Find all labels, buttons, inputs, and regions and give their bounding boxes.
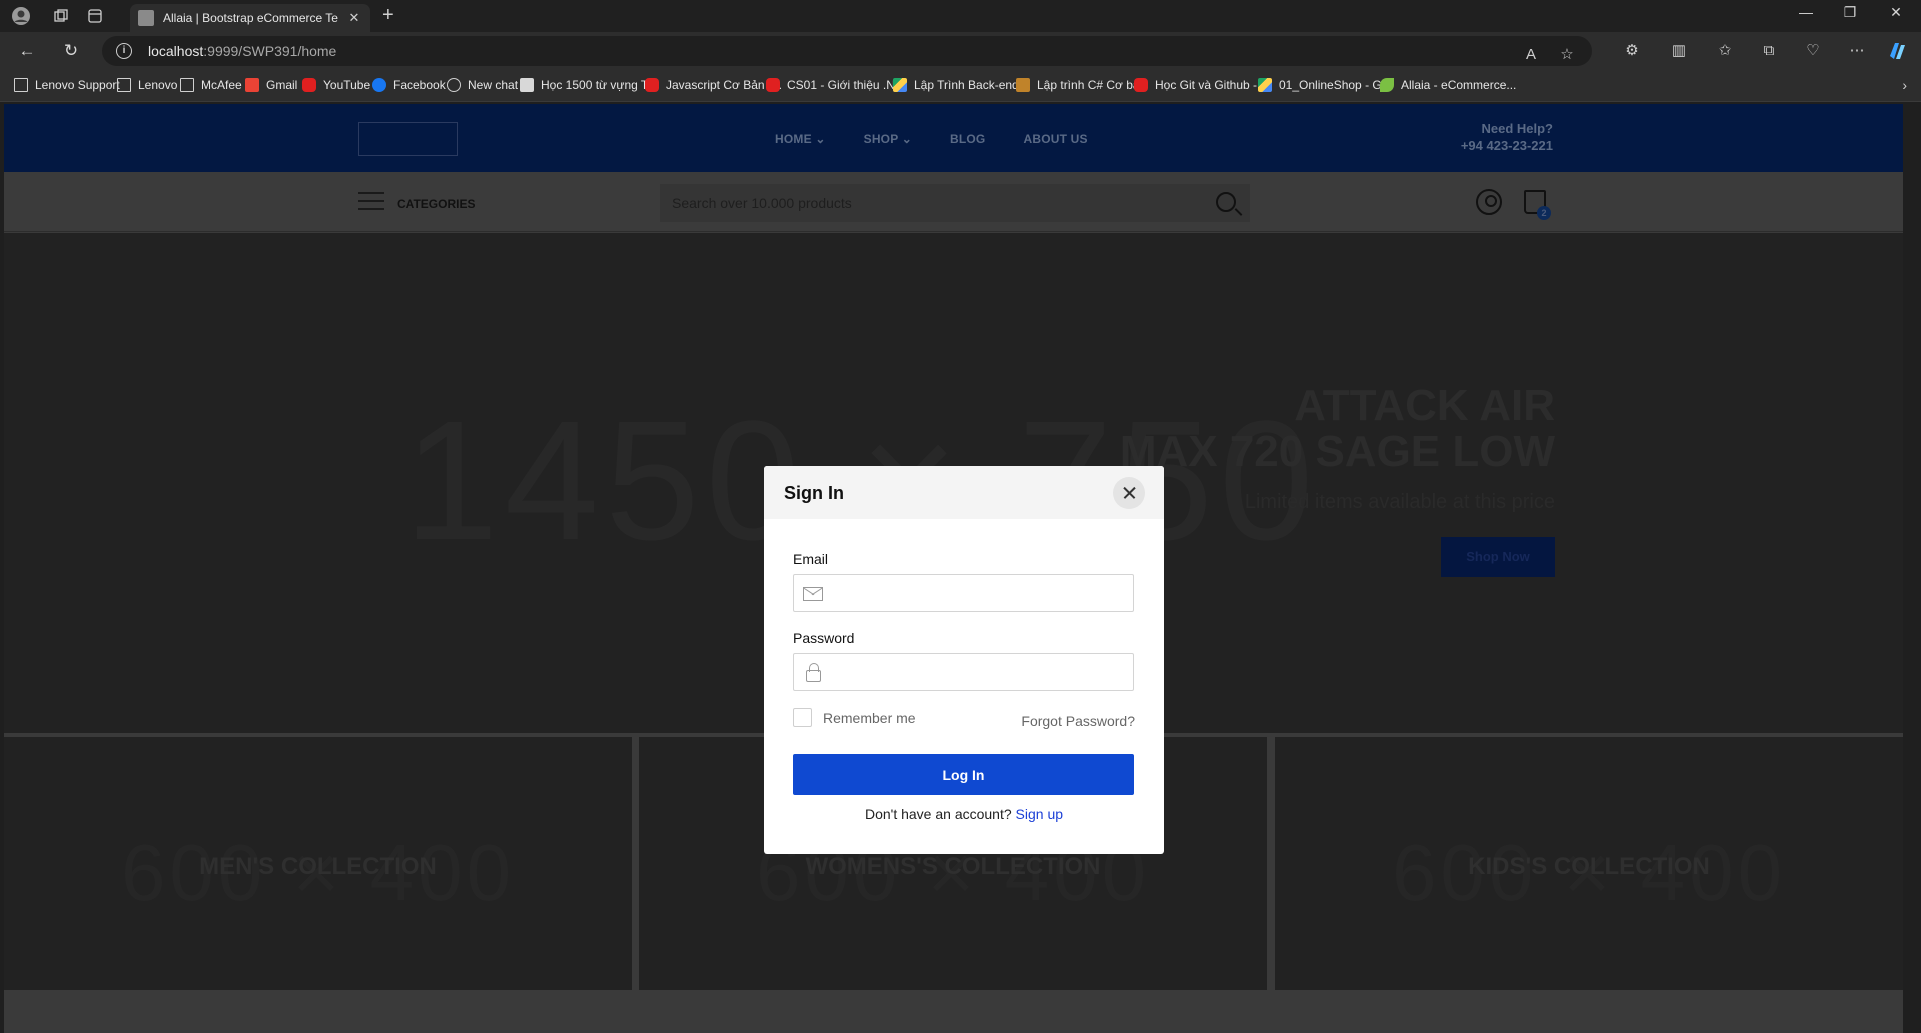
bookmark-item[interactable]: YouTube	[302, 78, 370, 92]
address-bar-row: ← ↻ i localhost:9999/SWP391/home A ☆ ⚙ ▥…	[0, 32, 1921, 70]
mail-icon	[803, 587, 823, 601]
back-icon[interactable]: ←	[16, 40, 38, 62]
bookmark-gm-icon	[245, 78, 259, 92]
sign-in-modal: Sign In Email Password Remember me Forgo…	[764, 466, 1164, 854]
password-field[interactable]	[793, 653, 1134, 691]
bookmarks-bar: › Lenovo Support Lenovo McAfee Gmail YouTube…	[0, 70, 1921, 102]
bookmark-drive-icon	[1258, 78, 1272, 92]
bookmark-label: Lập Trình Back-end...	[914, 78, 1029, 92]
bookmark-item[interactable]: Facebook	[372, 78, 446, 92]
bookmarks-overflow-icon[interactable]: ›	[1902, 77, 1907, 93]
bookmark-item[interactable]: McAfee	[180, 78, 242, 92]
page-viewport: HOME ⌄ SHOP ⌄ BLOG ABOUT US Need Help? +…	[4, 104, 1903, 1033]
log-in-button[interactable]: Log In	[793, 754, 1134, 795]
url-text[interactable]: localhost:9999/SWP391/home	[148, 43, 336, 59]
remember-me-label[interactable]: Remember me	[823, 710, 916, 726]
bookmark-label: Javascript Cơ Bản -...	[666, 78, 782, 92]
bookmark-item[interactable]: Allaia - eCommerce...	[1380, 78, 1516, 92]
browser-essentials-icon[interactable]: ♡	[1802, 40, 1824, 62]
bookmark-item[interactable]: Học 1500 từ vựng T...	[520, 78, 657, 92]
favorites-icon[interactable]: ✩	[1714, 40, 1736, 62]
read-aloud-icon[interactable]: A	[1520, 44, 1542, 66]
browser-window: Allaia | Bootstrap eCommerce Te ✕ + — ❐ …	[0, 0, 1921, 1033]
bookmark-item[interactable]: Học Git và Github -...	[1134, 78, 1267, 92]
tab-actions-icon[interactable]	[84, 5, 106, 27]
modal-title: Sign In	[784, 483, 844, 503]
address-bar[interactable]: i localhost:9999/SWP391/home A ☆	[102, 36, 1592, 66]
bookmark-label: Facebook	[393, 78, 446, 92]
tab-title: Allaia | Bootstrap eCommerce Te	[163, 11, 338, 25]
bookmark-yt-icon	[645, 78, 659, 92]
tab-favicon	[138, 10, 154, 26]
favorite-star-icon[interactable]: ☆	[1556, 44, 1578, 66]
bookmark-oai-icon	[447, 78, 461, 92]
more-menu-icon[interactable]: ⋯	[1846, 40, 1868, 62]
bookmark-item[interactable]: CS01 - Giới thiệu .N...	[766, 78, 905, 92]
bookmark-yt-icon	[302, 78, 316, 92]
bookmark-label: McAfee	[201, 78, 242, 92]
bookmark-item[interactable]: Javascript Cơ Bản -...	[645, 78, 782, 92]
bookmark-yt-icon	[1134, 78, 1148, 92]
forgot-password-link[interactable]: Forgot Password?	[1021, 713, 1135, 729]
bookmark-doc-icon	[14, 78, 28, 92]
bookmark-label: Lenovo Support	[35, 78, 120, 92]
close-window-icon[interactable]: ✕	[1876, 4, 1916, 21]
bookmark-label: 01_OnlineShop - G...	[1279, 78, 1392, 92]
lock-icon	[806, 663, 821, 682]
bookmark-fb-icon	[372, 78, 386, 92]
restore-icon[interactable]: ❐	[1830, 4, 1870, 21]
sign-up-link[interactable]: Sign up	[1016, 806, 1063, 822]
bookmark-label: CS01 - Giới thiệu .N...	[787, 78, 905, 92]
bookmark-leaf-icon	[1380, 78, 1394, 92]
copilot-icon[interactable]	[1886, 40, 1908, 62]
bookmark-item[interactable]: Lập trình C# Cơ bản	[1016, 78, 1146, 92]
bookmark-drive-icon	[893, 78, 907, 92]
password-label: Password	[793, 630, 855, 646]
bookmark-csh-icon	[1016, 78, 1030, 92]
email-input[interactable]	[830, 575, 1130, 611]
new-tab-icon[interactable]: +	[382, 4, 394, 27]
bookmark-label: Học Git và Github -...	[1155, 78, 1268, 92]
bookmark-doc-icon	[180, 78, 194, 92]
remember-me-checkbox[interactable]	[793, 708, 812, 727]
bookmark-item[interactable]: Lenovo Support	[14, 78, 120, 92]
refresh-icon[interactable]: ↻	[60, 40, 82, 62]
bookmark-item[interactable]: 01_OnlineShop - G...	[1258, 78, 1392, 92]
workspaces-icon[interactable]	[50, 5, 72, 27]
close-tab-icon[interactable]: ✕	[346, 10, 362, 26]
bookmark-item[interactable]: Lập Trình Back-end...	[893, 78, 1029, 92]
bookmark-label: Allaia - eCommerce...	[1401, 78, 1517, 92]
bookmark-item[interactable]: Gmail	[245, 78, 297, 92]
site-info-icon[interactable]: i	[116, 43, 132, 59]
collections-icon[interactable]: ⧉	[1758, 40, 1780, 62]
email-field[interactable]	[793, 574, 1134, 612]
bookmark-label: New chat	[468, 78, 519, 92]
profile-icon[interactable]	[10, 5, 32, 27]
password-input[interactable]	[830, 654, 1130, 690]
bookmark-label: Lập trình C# Cơ bản	[1037, 78, 1147, 92]
close-modal-button[interactable]	[1113, 477, 1145, 509]
extensions-icon[interactable]: ⚙	[1621, 40, 1643, 62]
bookmark-yt-icon	[766, 78, 780, 92]
bookmark-doc-icon	[117, 78, 131, 92]
minimize-icon[interactable]: —	[1786, 4, 1826, 20]
email-label: Email	[793, 551, 829, 567]
modal-header: Sign In	[764, 466, 1164, 519]
bookmark-tt-icon	[520, 78, 534, 92]
split-screen-icon[interactable]: ▥	[1668, 40, 1690, 62]
bookmark-label: YouTube	[323, 78, 371, 92]
bookmark-label: Lenovo	[138, 78, 178, 92]
bookmark-label: Gmail	[266, 78, 298, 92]
active-tab[interactable]: Allaia | Bootstrap eCommerce Te ✕	[130, 4, 370, 32]
bookmark-item[interactable]: New chat	[447, 78, 518, 92]
tab-strip: Allaia | Bootstrap eCommerce Te ✕ + — ❐ …	[0, 0, 1921, 32]
bookmark-label: Học 1500 từ vựng T...	[541, 78, 657, 92]
bookmark-item[interactable]: Lenovo	[117, 78, 177, 92]
signup-prompt: Don't have an account? Sign up	[864, 806, 1064, 822]
